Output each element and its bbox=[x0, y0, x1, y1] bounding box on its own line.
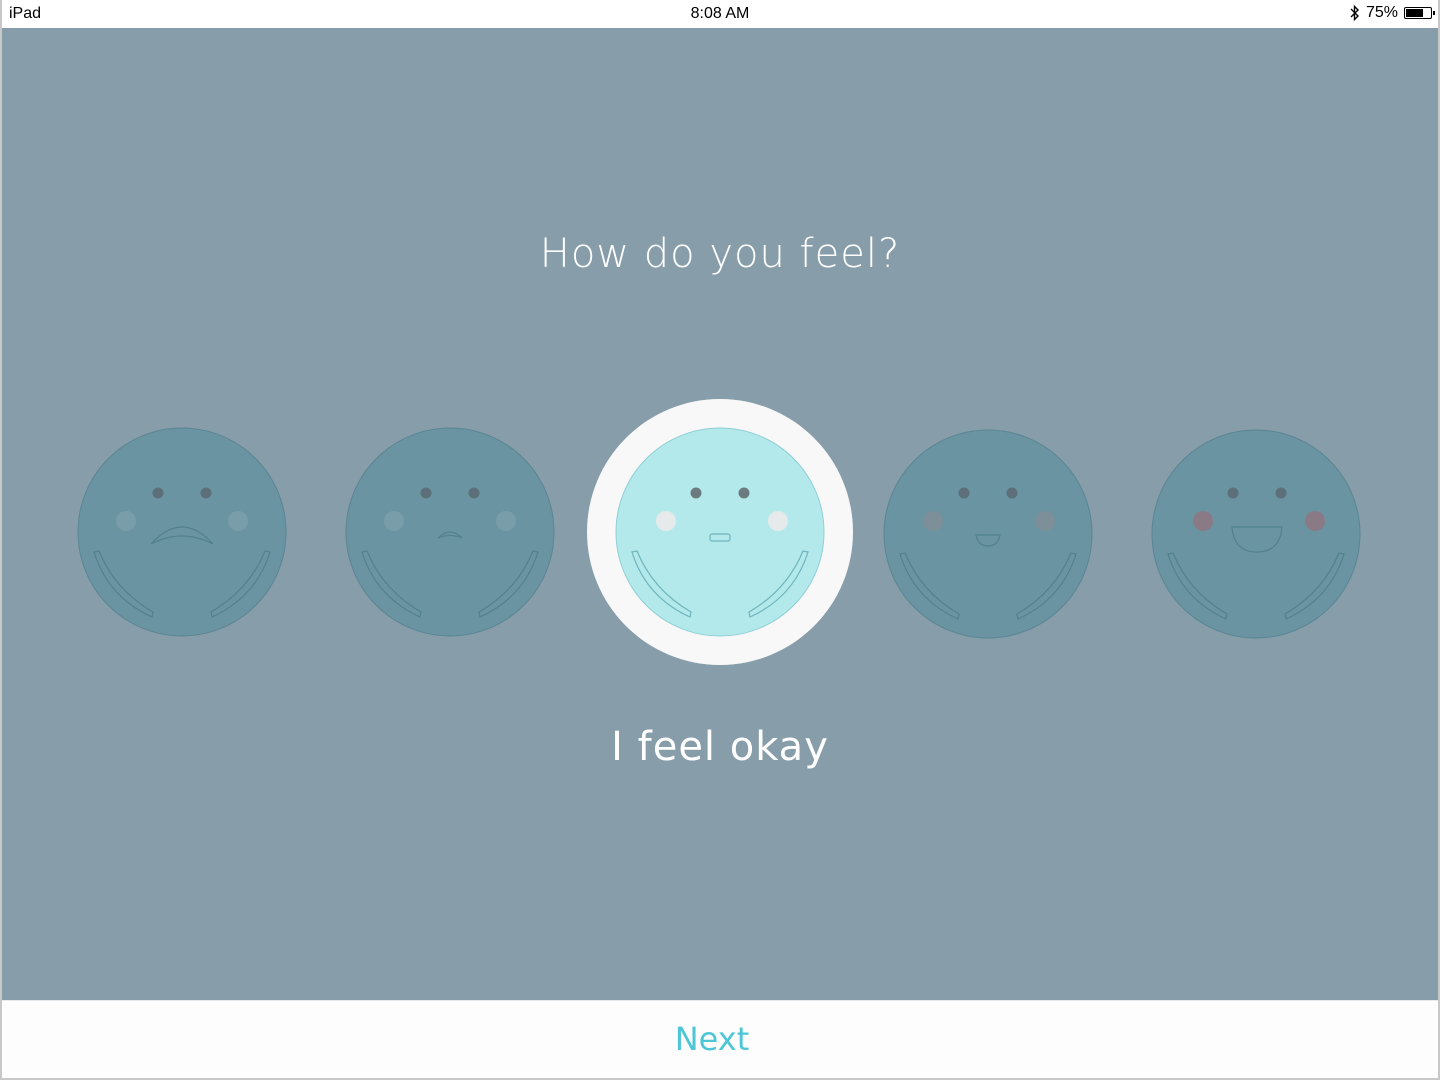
footer-bar: Next bbox=[2, 1000, 1438, 1079]
big-smile-face-icon[interactable] bbox=[1151, 429, 1361, 639]
very-sad-face-icon[interactable] bbox=[77, 427, 287, 637]
sad-face-icon[interactable] bbox=[345, 427, 555, 637]
neutral-face-icon[interactable] bbox=[587, 399, 853, 665]
selected-mood-label: I feel okay bbox=[611, 724, 829, 770]
mood-faces bbox=[0, 0, 1438, 1052]
next-button[interactable]: Next bbox=[2, 1019, 1422, 1059]
smile-face-icon[interactable] bbox=[883, 429, 1093, 639]
